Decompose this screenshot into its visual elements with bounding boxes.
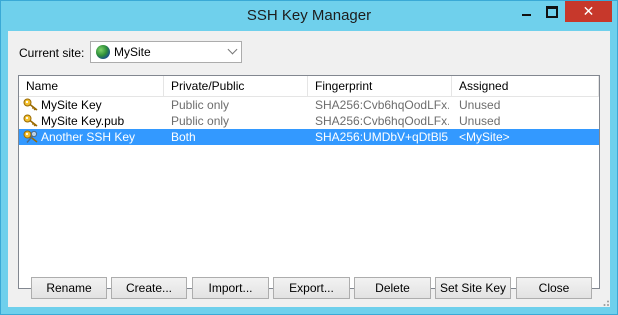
export-button[interactable]: Export... (273, 277, 350, 299)
ssh-key-list[interactable]: Name Private/Public Fingerprint Assigned… (18, 75, 600, 289)
column-header-name[interactable]: Name (19, 76, 164, 96)
title-bar[interactable]: SSH Key Manager ✕ (1, 1, 617, 31)
maximize-button[interactable] (539, 1, 565, 22)
key-icon (23, 98, 38, 111)
ssh-key-manager-window: SSH Key Manager ✕ Current site: MySite N… (0, 0, 618, 315)
row-name: MySite Key (41, 98, 102, 112)
row-name: Another SSH Key (41, 130, 136, 144)
resize-grip-icon[interactable] (600, 297, 610, 307)
keypair-icon (23, 130, 38, 143)
row-type: Public only (171, 98, 230, 112)
row-fingerprint: SHA256:Cvb6hqOodLFx... (315, 114, 449, 128)
close-window-button[interactable]: ✕ (565, 1, 612, 22)
column-header-fingerprint[interactable]: Fingerprint (308, 76, 452, 96)
column-header-assigned[interactable]: Assigned (452, 76, 599, 96)
minimize-button[interactable] (513, 1, 539, 22)
close-button[interactable]: Close (516, 277, 592, 299)
maximize-icon (546, 5, 558, 18)
row-assigned: <MySite> (459, 130, 510, 144)
row-type: Public only (171, 114, 230, 128)
set-site-key-button[interactable]: Set Site Key (435, 277, 511, 299)
delete-button[interactable]: Delete (354, 277, 431, 299)
list-header: Name Private/Public Fingerprint Assigned (19, 76, 599, 97)
current-site-select[interactable]: MySite (90, 41, 242, 63)
chevron-down-icon (227, 44, 238, 55)
row-fingerprint: SHA256:Cvb6hqOodLFx... (315, 98, 449, 112)
table-row-selected[interactable]: Another SSH Key Both SHA256:UMDbV+qDtBl5… (19, 129, 599, 145)
key-icon (23, 114, 38, 127)
table-row[interactable]: MySite Key.pub Public only SHA256:Cvb6hq… (19, 113, 599, 129)
table-row[interactable]: MySite Key Public only SHA256:Cvb6hqOodL… (19, 97, 599, 113)
create-button[interactable]: Create... (111, 277, 187, 299)
row-assigned: Unused (459, 98, 501, 112)
rename-button[interactable]: Rename (31, 277, 107, 299)
row-fingerprint: SHA256:UMDbV+qDtBl5... (315, 130, 449, 144)
close-icon: ✕ (582, 3, 595, 20)
minimize-icon (521, 13, 531, 16)
row-type: Both (171, 130, 196, 144)
column-header-private-public[interactable]: Private/Public (164, 76, 308, 96)
row-assigned: Unused (459, 114, 501, 128)
import-button[interactable]: Import... (192, 277, 269, 299)
current-site-value: MySite (114, 45, 151, 59)
row-name: MySite Key.pub (41, 114, 125, 128)
globe-icon (96, 45, 110, 59)
dialog-client-area: Current site: MySite Name Private/Public… (8, 31, 610, 307)
current-site-label: Current site: (19, 46, 85, 60)
